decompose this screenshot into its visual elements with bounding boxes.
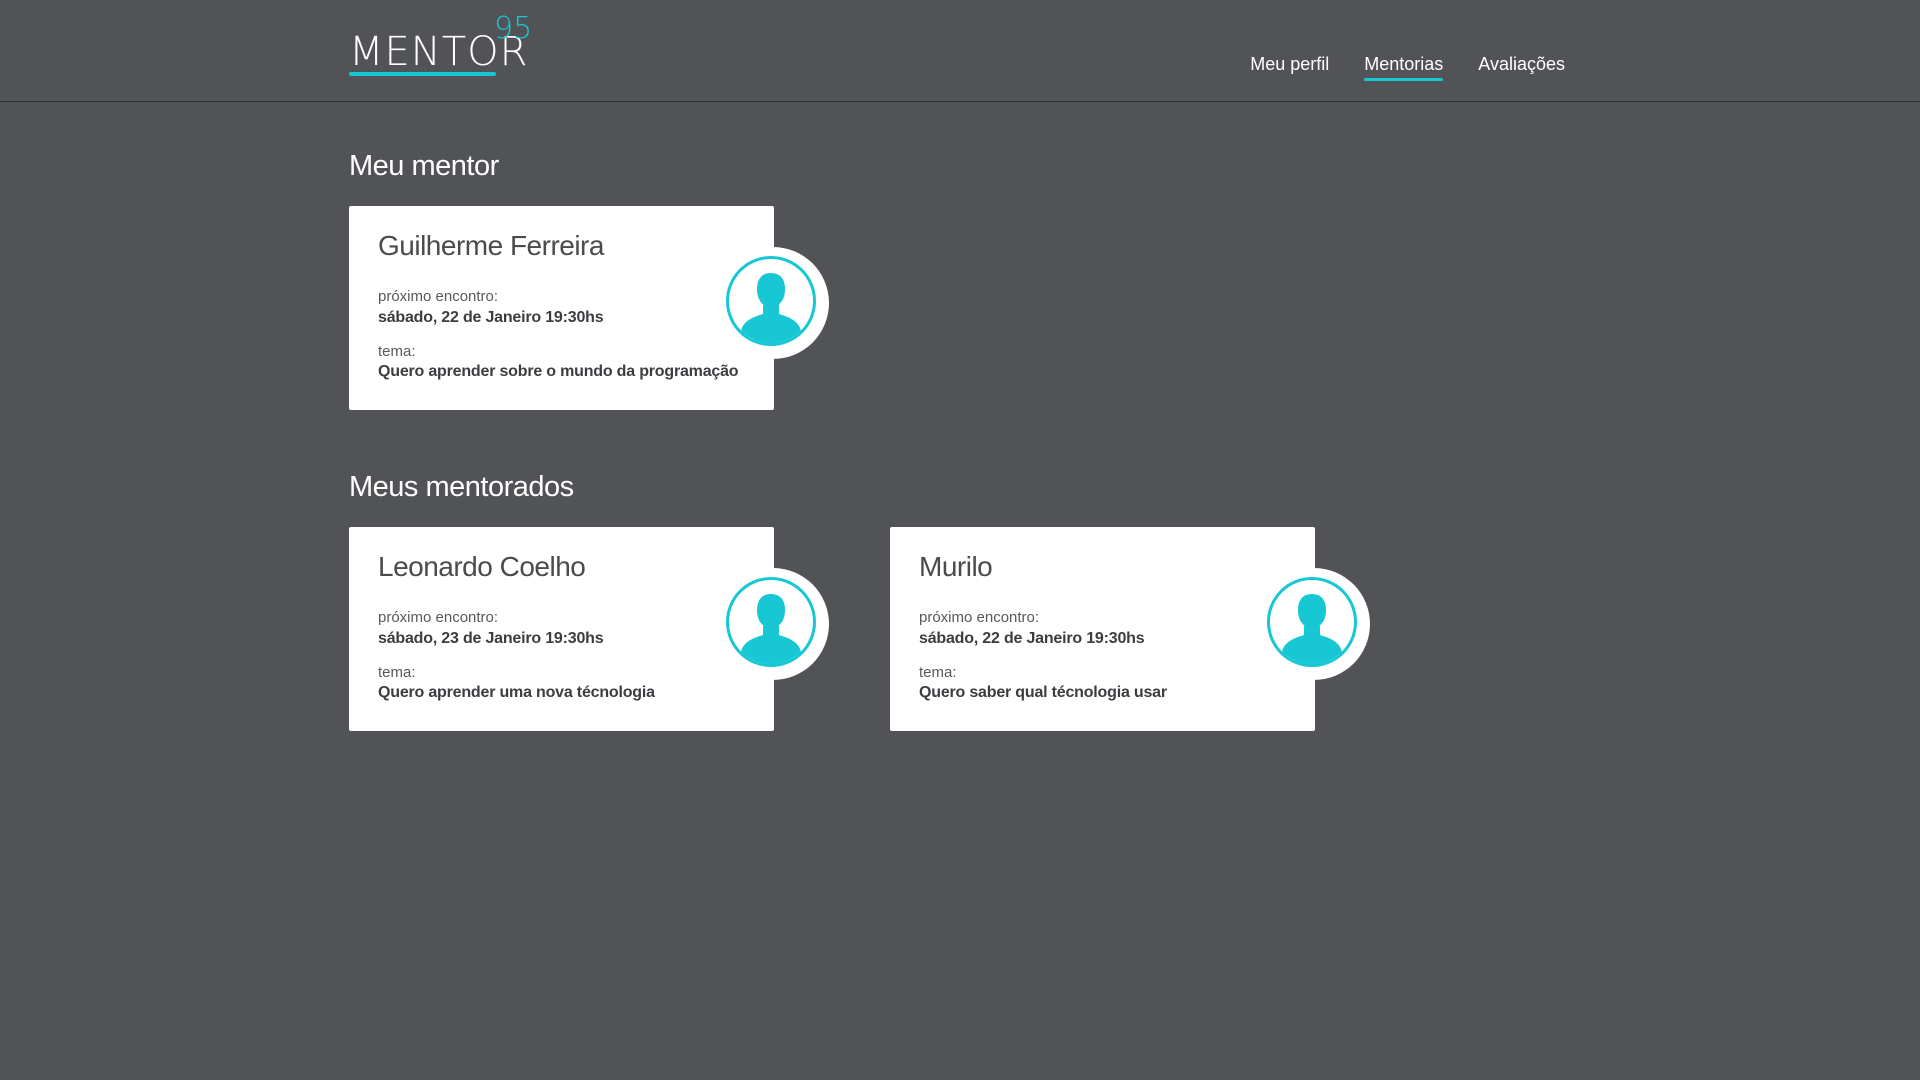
user-silhouette-icon [741,594,801,664]
topic-value: Quero aprender uma nova técnologia [378,684,655,701]
topic-label: tema: [378,664,416,681]
avatar[interactable] [717,568,829,680]
nav-item-mentorias[interactable]: Mentorias [1364,54,1444,81]
user-silhouette-icon [741,273,801,343]
section-title-mentor: Meu mentor [349,150,499,182]
next-meeting-label: próximo encontro: [378,609,499,626]
top-header: MENTOR 95 Meu perfil Mentorias Avaliaçõe… [0,0,1920,102]
avatar[interactable] [717,247,829,359]
topic-label: tema: [378,343,416,360]
topic-label: tema: [919,664,957,681]
logo-underline [349,72,496,76]
topic-value: Quero aprender sobre o mundo da programa… [378,363,739,380]
section-title-mentees: Meus mentorados [349,471,574,503]
main-nav: Meu perfil Mentorias Avaliações [1250,54,1565,81]
next-meeting-label: próximo encontro: [919,609,1040,626]
next-meeting-value: sábado, 22 de Janeiro 19:30hs [919,630,1145,647]
mentor-card[interactable]: Guilherme Ferreira próximo encontro: sáb… [349,206,829,410]
next-meeting-value: sábado, 23 de Janeiro 19:30hs [378,630,604,647]
mentee-card[interactable]: Leonardo Coelho próximo encontro: sábado… [349,527,829,731]
mentor95-logo[interactable]: MENTOR 95 [349,14,539,80]
mentee-card[interactable]: Murilo próximo encontro: sábado, 22 de J… [890,527,1370,731]
user-silhouette-icon [1282,594,1342,664]
card-name: Guilherme Ferreira [378,230,604,261]
card-name: Murilo [919,551,993,582]
next-meeting-value: sábado, 22 de Janeiro 19:30hs [378,309,604,326]
nav-item-meu-perfil[interactable]: Meu perfil [1250,54,1329,81]
nav-item-avaliacoes[interactable]: Avaliações [1478,54,1565,81]
avatar[interactable] [1258,568,1370,680]
topic-value: Quero saber qual técnologia usar [919,684,1167,701]
card-name: Leonardo Coelho [378,551,586,582]
next-meeting-label: próximo encontro: [378,288,499,305]
logo-superscript: 95 [494,11,533,46]
